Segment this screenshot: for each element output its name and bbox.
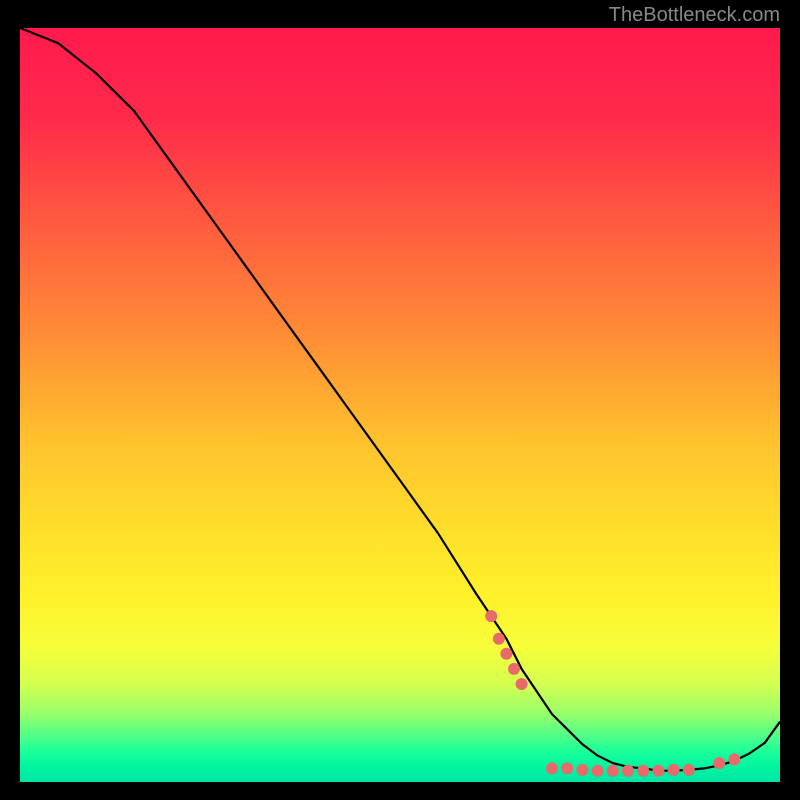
chart-marker [546,762,558,774]
chart-marker [728,753,740,765]
chart-plot-area [20,28,780,782]
chart-marker [607,765,619,777]
chart-marker [668,764,680,776]
watermark-text: TheBottleneck.com [609,4,780,27]
chart-markers [485,610,740,777]
chart-marker [516,678,528,690]
chart-marker [683,764,695,776]
chart-marker [561,762,573,774]
chart-marker [500,648,512,660]
chart-marker [652,765,664,777]
chart-marker [576,764,588,776]
chart-marker [592,765,604,777]
chart-marker [713,757,725,769]
chart-marker [622,765,634,777]
chart-marker [493,633,505,645]
chart-marker [508,663,520,675]
chart-svg [20,28,780,782]
chart-marker [485,610,497,622]
chart-curve [20,28,780,771]
chart-marker [637,765,649,777]
